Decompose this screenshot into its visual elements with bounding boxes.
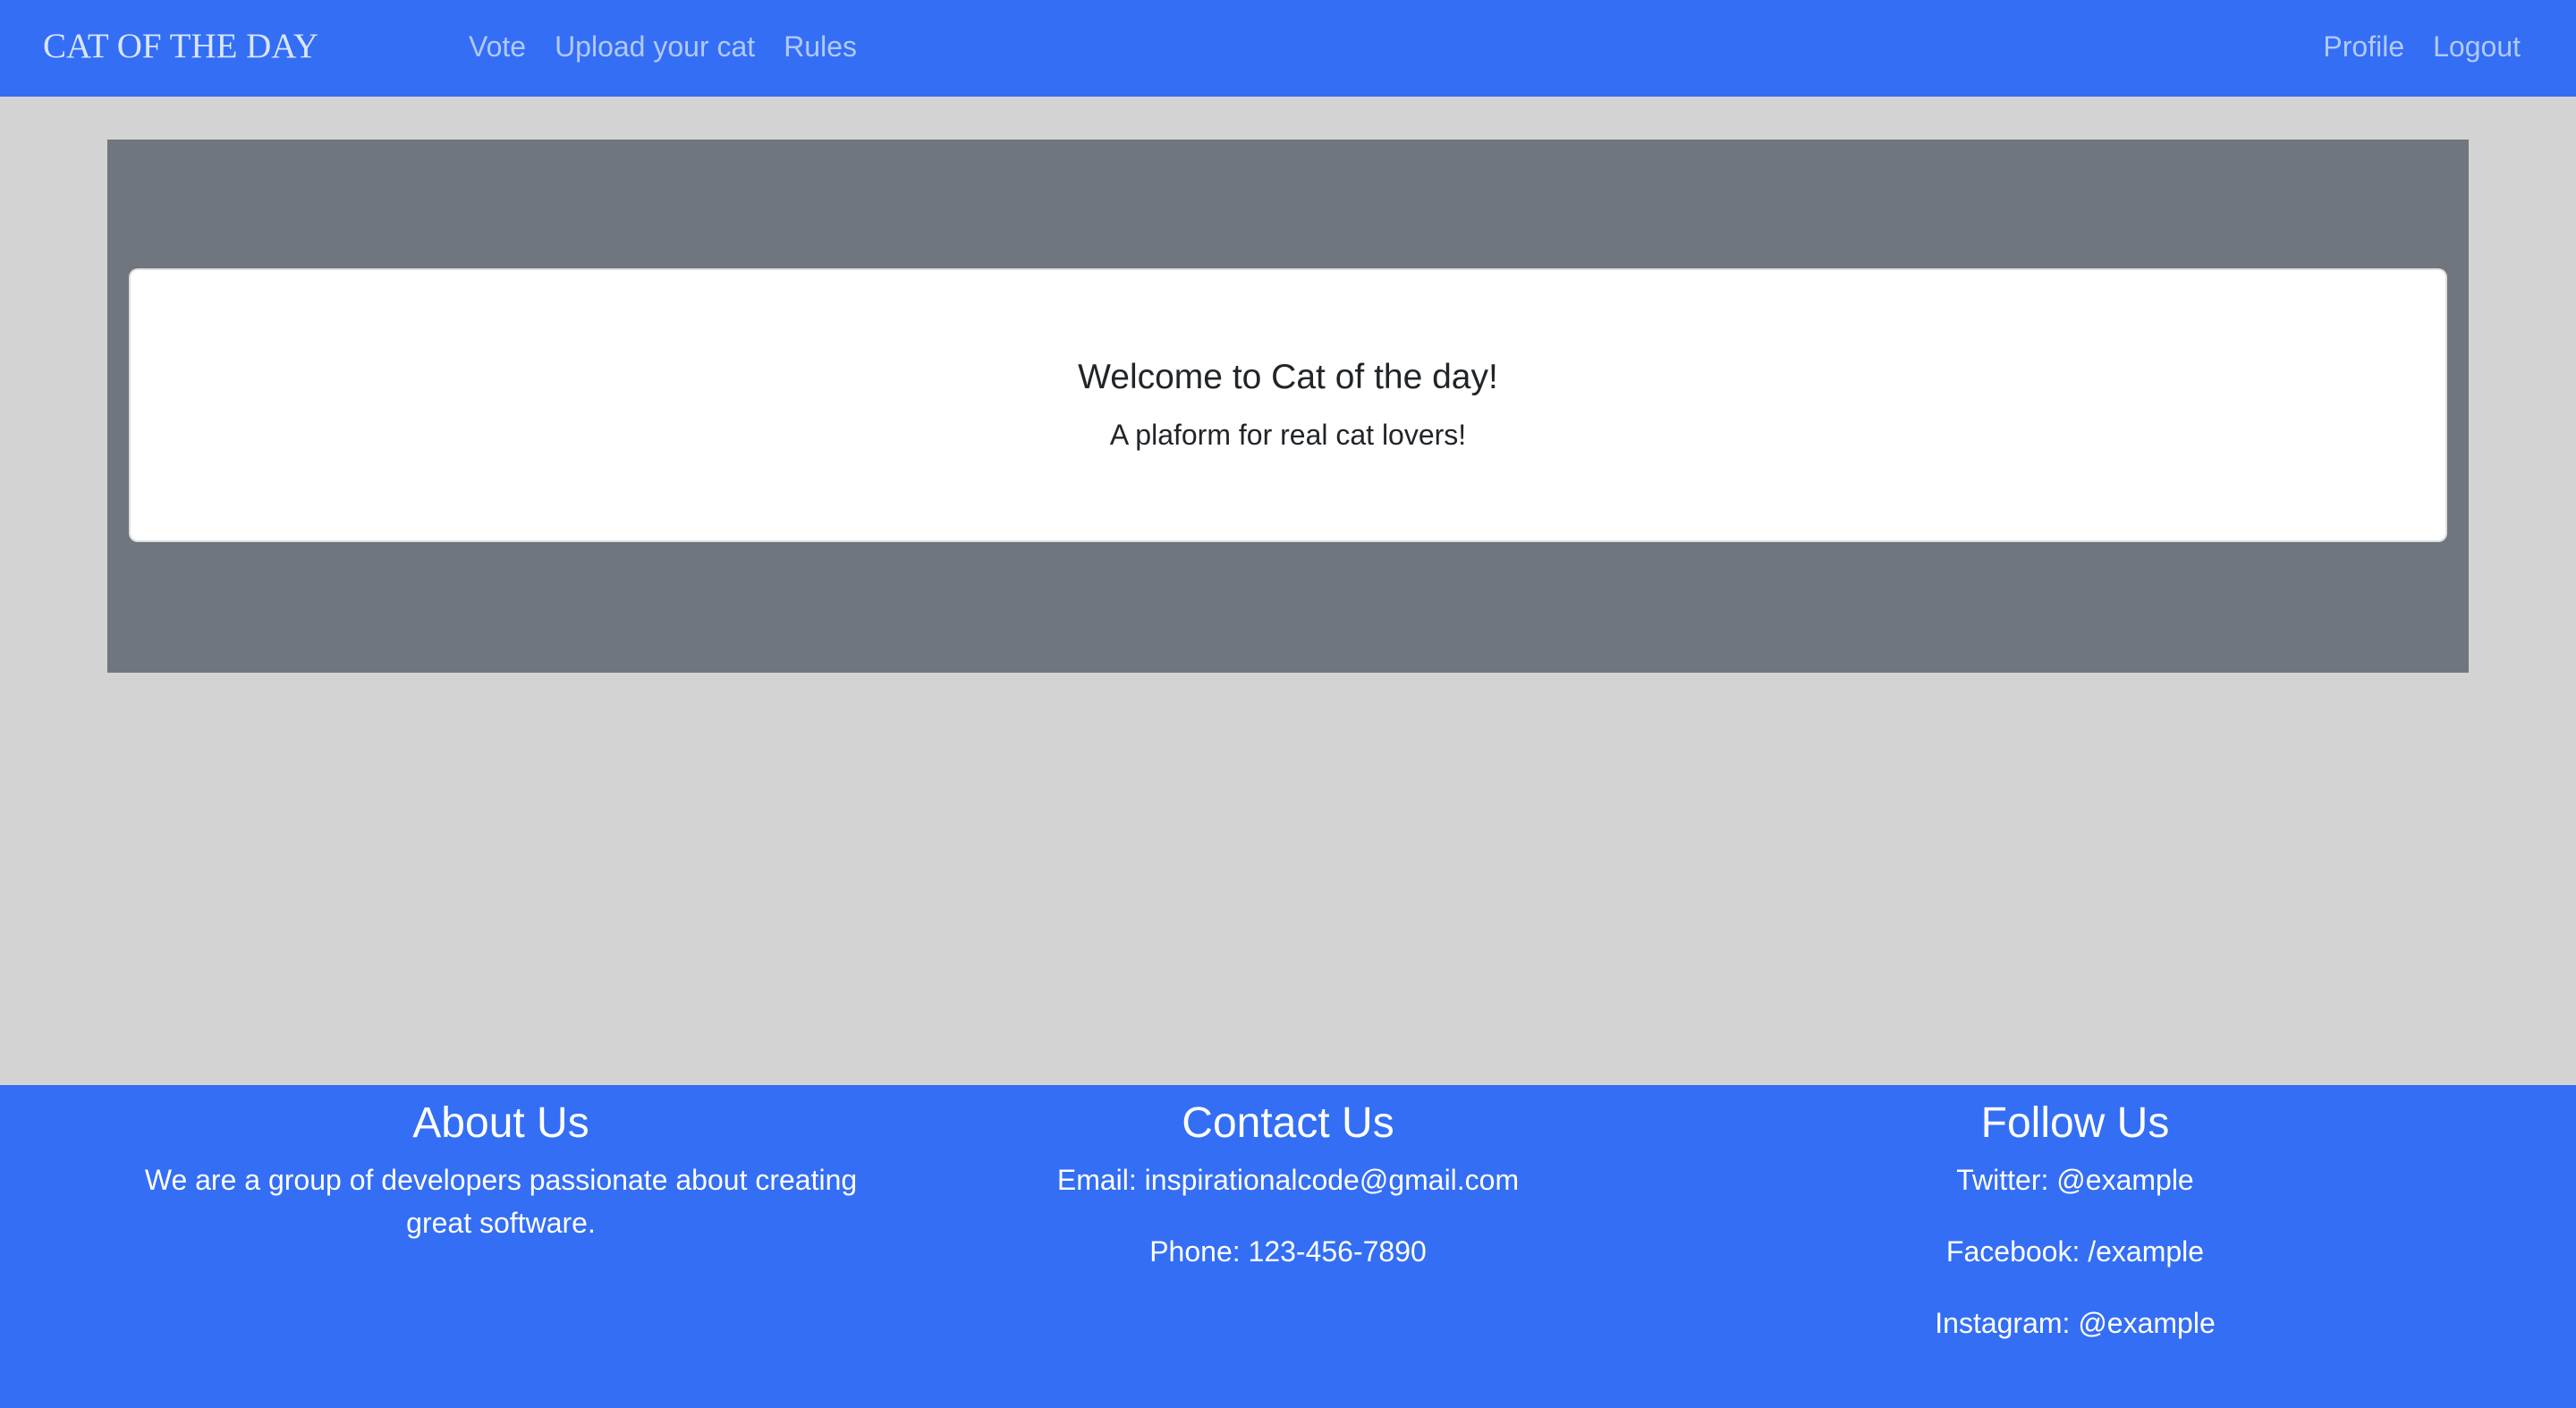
welcome-card: Welcome to Cat of the day! A plaform for… [129,268,2447,542]
footer-follow-column: Follow Us Twitter: @example Facebook: /e… [1699,1098,2451,1344]
navbar: CAT OF THE DAY Vote Upload your cat Rule… [0,0,2576,97]
hero-section: Welcome to Cat of the day! A plaform for… [107,140,2469,673]
follow-heading: Follow Us [1980,1099,2170,1147]
nav-links-right: Profile Logout [2323,27,2521,66]
brand-link[interactable]: CAT OF THE DAY [43,25,318,68]
about-heading: About Us [412,1099,589,1147]
nav-upload-link[interactable]: Upload your cat [555,27,755,66]
contact-heading: Contact Us [1182,1099,1394,1147]
welcome-subtitle: A plaform for real cat lovers! [1109,419,1467,451]
nav-profile-link[interactable]: Profile [2323,27,2404,66]
contact-lines: Email: inspirationalcode@gmail.com Phone… [912,1158,1664,1273]
about-text: We are a group of developers passionate … [144,1164,858,1239]
welcome-title: Welcome to Cat of the day! [1078,358,1498,396]
nav-logout-link[interactable]: Logout [2433,27,2521,66]
footer-about-column: About Us We are a group of developers pa… [125,1098,877,1244]
footer-contact-column: Contact Us Email: inspirationalcode@gmai… [912,1098,1664,1273]
follow-lines: Twitter: @example Facebook: /example Ins… [1699,1158,2451,1344]
follow-twitter: Twitter: @example [1956,1164,2194,1196]
follow-facebook: Facebook: /example [1945,1235,2205,1268]
nav-links-left: Vote Upload your cat Rules [469,27,857,66]
contact-phone: Phone: 123-456-7890 [1149,1235,1427,1268]
nav-vote-link[interactable]: Vote [469,27,526,66]
contact-email: Email: inspirationalcode@gmail.com [1056,1164,1520,1196]
nav-rules-link[interactable]: Rules [784,27,857,66]
follow-instagram: Instagram: @example [1935,1307,2216,1339]
footer: About Us We are a group of developers pa… [0,1085,2576,1408]
